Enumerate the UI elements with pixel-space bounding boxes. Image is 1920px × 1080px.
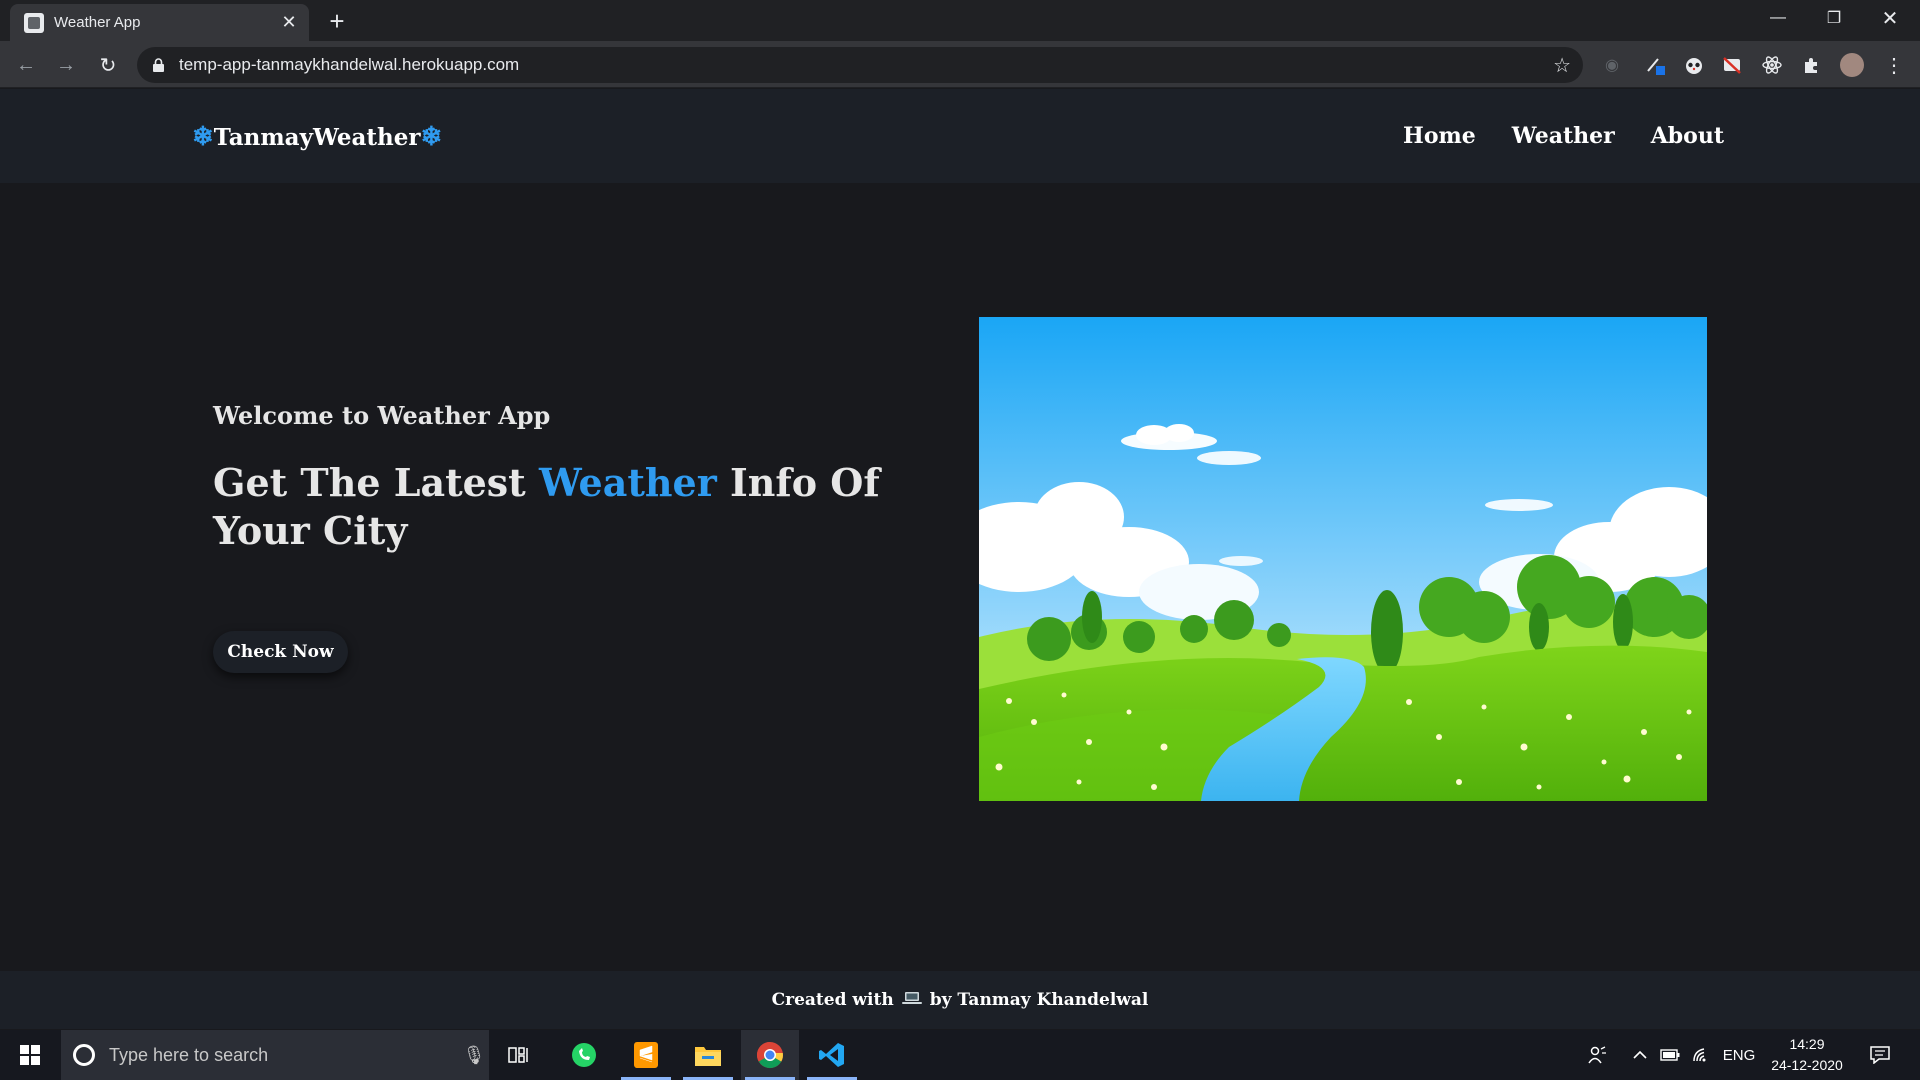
bookmark-star-icon[interactable]: ☆ <box>1553 53 1571 78</box>
wifi-icon[interactable] <box>1690 1030 1714 1080</box>
extension-panda-icon[interactable] <box>1682 53 1706 77</box>
chrome-icon[interactable] <box>741 1030 799 1080</box>
site-brand[interactable]: ❄ TanmayWeather ❄ <box>192 122 442 152</box>
whatsapp-icon[interactable] <box>555 1030 613 1080</box>
hero-title: Get The Latest Weather Info Of Your City <box>213 459 913 555</box>
language-indicator[interactable]: ENG <box>1720 1030 1758 1080</box>
laptop-icon <box>901 990 922 1011</box>
taskbar-clock[interactable]: 14:29 24-12-2020 <box>1762 1034 1852 1076</box>
favicon-icon <box>24 12 44 33</box>
search-placeholder: Type here to search <box>109 1044 269 1065</box>
extension-blocker-icon[interactable] <box>1720 53 1744 77</box>
address-bar[interactable]: temp-app-tanmaykhandelwal.herokuapp.com … <box>137 47 1583 83</box>
tab-title: Weather App <box>54 14 141 31</box>
microphone-icon[interactable]: 🎙 <box>459 1045 489 1066</box>
browser-tab-strip: Weather App ✕ + — ❐ ✕ <box>0 0 1920 41</box>
cortana-icon <box>73 1044 95 1066</box>
site-navbar: ❄ TanmayWeather ❄ Home Weather About <box>0 89 1920 183</box>
task-view-icon[interactable] <box>490 1030 548 1080</box>
footer-text-end: by Tanmay Khandelwal <box>929 990 1149 1010</box>
notification-center-icon[interactable] <box>1862 1030 1898 1080</box>
taskbar-search-box[interactable]: Type here to search 🎙 <box>61 1030 489 1080</box>
clock-time: 14:29 <box>1789 1036 1825 1052</box>
extension-react-icon[interactable] <box>1760 53 1784 77</box>
close-tab-icon[interactable]: ✕ <box>279 12 299 33</box>
hero-title-start: Get The Latest <box>213 460 526 505</box>
extension-color-picker-icon[interactable] <box>1644 53 1668 77</box>
restore-window-icon[interactable]: ❐ <box>1806 0 1862 36</box>
profile-avatar[interactable] <box>1840 53 1864 77</box>
hero-title-accent: Weather <box>538 460 717 505</box>
url-text: temp-app-tanmaykhandelwal.herokuapp.com <box>179 55 520 74</box>
site-footer: Created with by Tanmay Khandelwal <box>0 971 1920 1029</box>
snowflake-icon: ❄ <box>192 122 214 152</box>
people-icon[interactable] <box>1580 1030 1614 1080</box>
file-explorer-icon[interactable] <box>679 1030 737 1080</box>
close-window-icon[interactable]: ✕ <box>1862 0 1918 36</box>
lock-icon <box>151 58 165 72</box>
minimize-icon[interactable]: — <box>1750 0 1806 36</box>
landscape-illustration <box>979 317 1707 801</box>
snowflake-icon: ❄ <box>420 122 443 152</box>
web-page: ❄ TanmayWeather ❄ Home Weather About Wel… <box>0 89 1920 1029</box>
new-tab-plus-icon[interactable]: + <box>323 8 351 36</box>
check-now-button[interactable]: Check Now <box>213 631 348 673</box>
back-arrow-icon[interactable]: ← <box>10 49 42 81</box>
extensions-puzzle-icon[interactable] <box>1800 53 1824 77</box>
clock-date: 24-12-2020 <box>1771 1057 1843 1073</box>
windows-taskbar: Type here to search 🎙 ENG 14:29 24-12-20… <box>0 1030 1920 1080</box>
nav-about-link[interactable]: About <box>1651 123 1724 149</box>
brand-name: TanmayWeather <box>213 123 421 151</box>
forward-arrow-icon[interactable]: → <box>50 49 82 81</box>
nav-weather-link[interactable]: Weather <box>1512 123 1615 149</box>
site-menu: Home Weather About <box>1403 123 1724 149</box>
browser-tab-active[interactable]: Weather App ✕ <box>10 4 309 41</box>
browser-toolbar: ← → ↻ temp-app-tanmaykhandelwal.herokuap… <box>0 41 1920 88</box>
hero-subtitle: Welcome to Weather App <box>213 401 551 430</box>
battery-icon[interactable] <box>1658 1030 1682 1080</box>
sublime-text-icon[interactable] <box>617 1030 675 1080</box>
extension-disabled-icon[interactable]: ◉ <box>1600 53 1624 77</box>
vscode-icon[interactable] <box>803 1030 861 1080</box>
reload-icon[interactable]: ↻ <box>92 49 124 81</box>
browser-menu-icon[interactable]: ⋮ <box>1882 53 1906 77</box>
windows-start-icon[interactable] <box>0 1030 60 1080</box>
nav-home-link[interactable]: Home <box>1403 123 1476 149</box>
footer-text-start: Created with <box>771 990 894 1010</box>
chevron-up-icon[interactable] <box>1628 1030 1652 1080</box>
